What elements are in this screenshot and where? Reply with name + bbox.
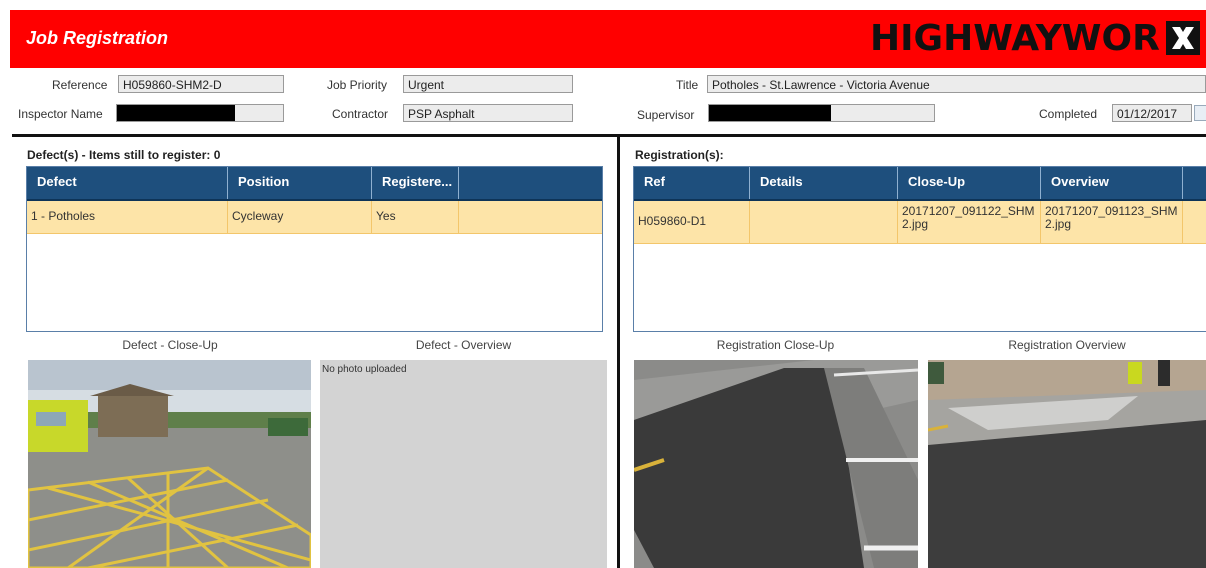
defects-grid-header: Defect Position Registere... [27,167,602,201]
contractor-label: Contractor [332,107,389,121]
inspector-name-field[interactable] [116,104,284,122]
inspector-name-label: Inspector Name [18,107,103,121]
table-cell [750,201,898,243]
registration-closeup-caption: Registration Close-Up [716,338,835,352]
registrations-section-title: Registration(s): [635,148,724,162]
reference-label: Reference [52,78,108,92]
column-header-empty [1183,167,1206,199]
redacted-block [709,105,831,121]
redacted-block [117,105,235,121]
logo-text: HIGHWAYWOR [870,17,1160,59]
defect-closeup-image [28,360,311,568]
section-divider [12,134,1206,137]
defect-overview-placeholder[interactable]: No photo uploaded [320,360,607,568]
job-priority-field[interactable]: Urgent [403,75,573,93]
title-label: Title [676,78,699,92]
registration-closeup-photo[interactable] [634,360,918,568]
logo-mark-icon [1165,21,1200,55]
contractor-field[interactable]: PSP Asphalt [403,104,573,122]
completed-date-field[interactable]: 01/12/2017 [1112,104,1192,122]
column-header-overview[interactable]: Overview [1041,167,1183,199]
defect-closeup-photo[interactable] [28,360,311,568]
column-header-position[interactable]: Position [228,167,372,199]
column-header-empty [459,167,600,199]
job-priority-label: Job Priority [327,78,388,92]
title-field[interactable]: Potholes - St.Lawrence - Victoria Avenue [707,75,1206,93]
defects-grid[interactable]: Defect Position Registere... 1 - Pothole… [26,166,603,332]
calendar-icon[interactable] [1194,105,1206,121]
panel-divider [617,137,620,568]
table-cell: Yes [372,201,459,233]
table-cell [1183,201,1206,243]
reference-field[interactable]: H059860-SHM2-D [118,75,284,93]
registrations-grid[interactable]: Ref Details Close-Up Overview H059860-D1… [633,166,1206,332]
registration-closeup-image [634,360,918,568]
table-cell: H059860-D1 [634,201,750,243]
registration-overview-photo[interactable] [928,360,1206,568]
supervisor-field[interactable] [708,104,935,122]
column-header-ref[interactable]: Ref [634,167,750,199]
column-header-details[interactable]: Details [750,167,898,199]
defect-overview-caption: Defect - Overview [415,338,512,352]
table-cell [459,201,600,233]
column-header-registered[interactable]: Registere... [372,167,459,199]
completed-label: Completed [1039,107,1098,121]
registration-overview-image [928,360,1206,568]
no-photo-text: No photo uploaded [322,364,407,375]
table-cell[interactable]: 20171207_091122_SHM2.jpg [898,201,1041,243]
table-cell: Cycleway [228,201,372,233]
supervisor-label: Supervisor [637,108,695,122]
column-header-close-up[interactable]: Close-Up [898,167,1041,199]
table-row[interactable]: 1 - Potholes Cycleway Yes [27,201,602,234]
table-cell: 1 - Potholes [27,201,228,233]
company-logo: HIGHWAYWOR [870,17,1200,59]
defect-closeup-caption: Defect - Close-Up [122,338,218,352]
column-header-defect[interactable]: Defect [27,167,228,199]
table-row[interactable]: H059860-D1 20171207_091122_SHM2.jpg 2017… [634,201,1206,244]
table-cell[interactable]: 20171207_091123_SHM2.jpg [1041,201,1183,243]
registrations-grid-header: Ref Details Close-Up Overview [634,167,1206,201]
registration-overview-caption: Registration Overview [1008,338,1126,352]
defects-section-title: Defect(s) - Items still to register: 0 [27,148,221,162]
page-title: Job Registration [26,28,169,48]
